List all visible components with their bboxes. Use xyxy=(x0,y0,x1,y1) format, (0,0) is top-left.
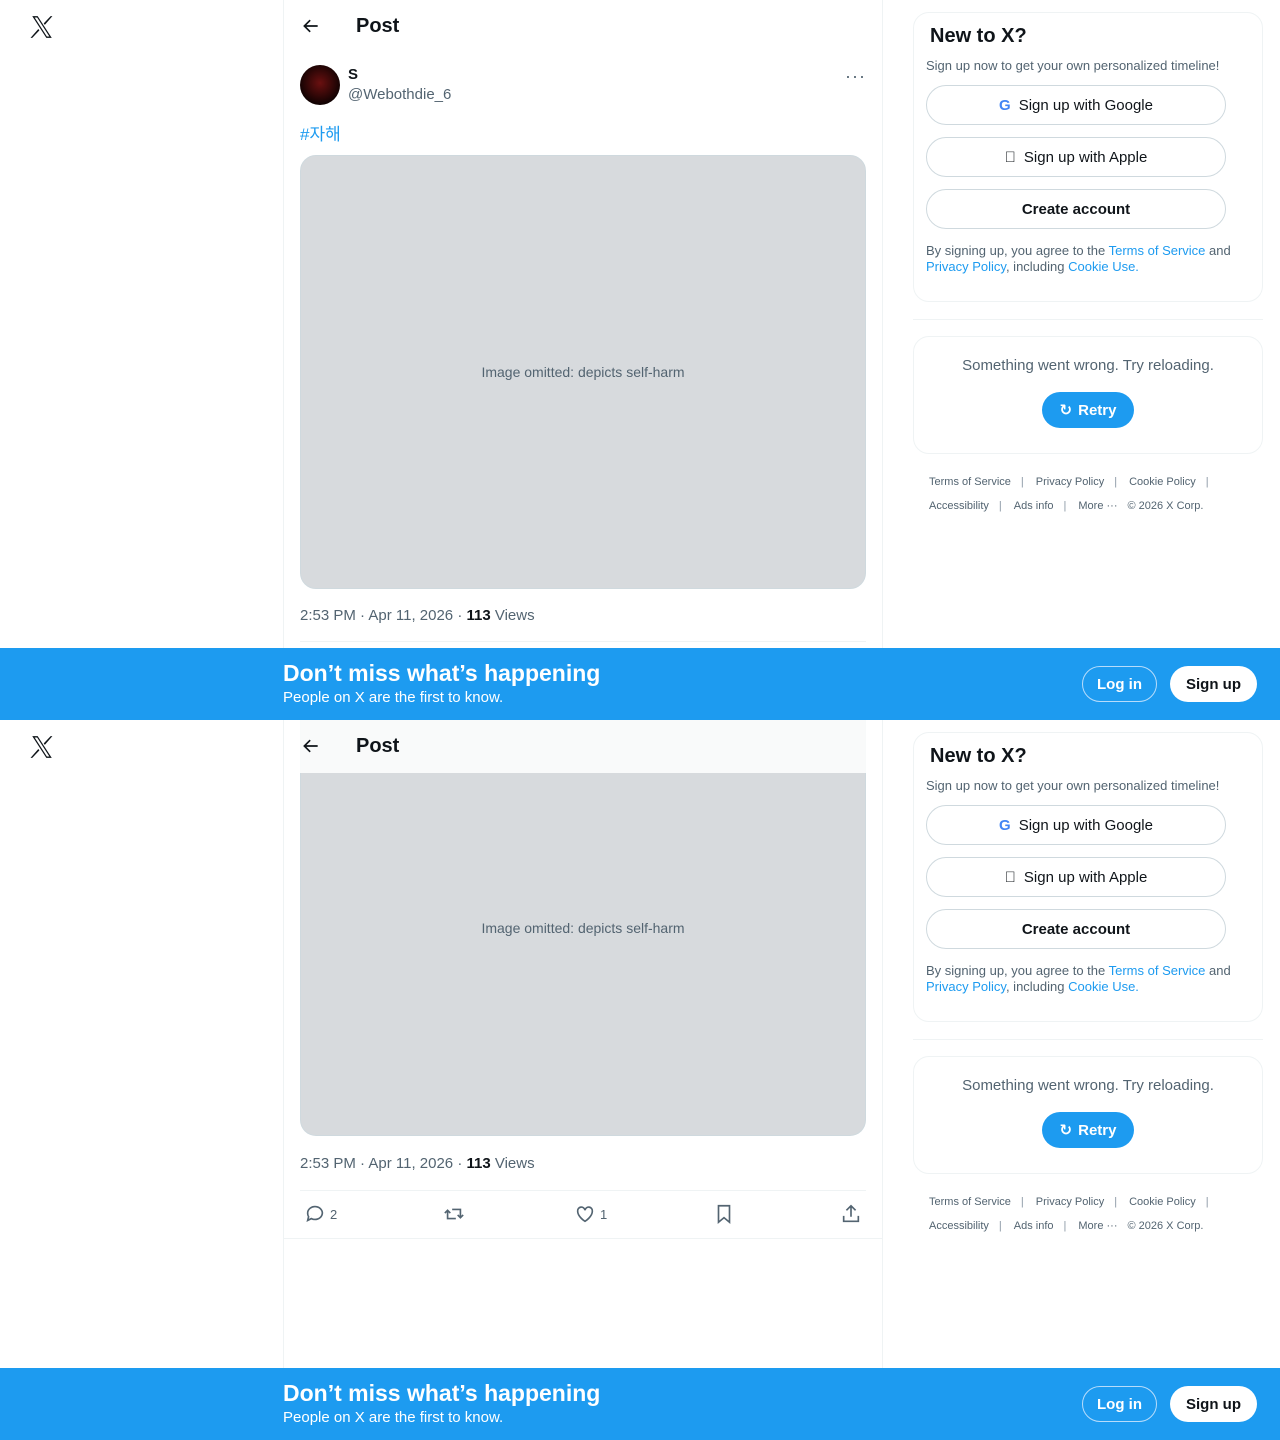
post-header: Post xyxy=(284,0,882,53)
page-title: Post xyxy=(356,15,400,37)
footer-copyright: © 2026 X Corp. xyxy=(1127,500,1204,512)
terms-link[interactable]: Terms of Service xyxy=(1109,963,1206,978)
primary-column: Post S @Webothdie_6 ··· #자해 Image omitte… xyxy=(283,0,883,720)
footer-ads[interactable]: Ads info xyxy=(1014,500,1054,512)
footer-copyright: © 2026 X Corp. xyxy=(1127,1220,1204,1232)
google-signup-button[interactable]: G Sign up with Google xyxy=(926,85,1226,125)
user-handle[interactable]: @Webothdie_6 xyxy=(348,85,451,105)
login-button[interactable]: Log in xyxy=(1082,1386,1157,1422)
more-options-icon[interactable]: ··· xyxy=(845,66,866,87)
footer-links: Terms of Service | Privacy Policy | Cookie P… xyxy=(929,476,1209,512)
login-button[interactable]: Log in xyxy=(1082,666,1157,702)
signup-title: New to X? xyxy=(930,25,1027,47)
footer-cookie[interactable]: Cookie Policy xyxy=(1129,1196,1196,1208)
signup-subtitle: Sign up now to get your own personalized… xyxy=(926,778,1220,793)
footer-more[interactable]: More ··· xyxy=(1078,1220,1117,1232)
create-account-button[interactable]: Create account xyxy=(926,189,1226,229)
privacy-link[interactable]: Privacy Policy xyxy=(926,979,1006,994)
banner-subtitle: People on X are the first to know. xyxy=(283,1409,504,1426)
google-signup-button[interactable]: G Sign up with Google xyxy=(926,805,1226,845)
footer-terms[interactable]: Terms of Service xyxy=(929,476,1011,488)
footer-terms[interactable]: Terms of Service xyxy=(929,1196,1011,1208)
cookie-link[interactable]: Cookie Use. xyxy=(1068,979,1139,994)
signup-card: New to X? Sign up now to get your own pe… xyxy=(913,12,1263,302)
banner-subtitle: People on X are the first to know. xyxy=(283,689,504,706)
terms-link[interactable]: Terms of Service xyxy=(1109,243,1206,258)
divider xyxy=(300,641,866,642)
refresh-icon: ↻ xyxy=(1059,402,1073,419)
x-logo-icon[interactable] xyxy=(29,14,55,40)
like-button[interactable]: 1 xyxy=(574,1203,607,1225)
signup-title: New to X? xyxy=(930,745,1027,767)
error-message: Something went wrong. Try reloading. xyxy=(962,1077,1214,1094)
create-account-button[interactable]: Create account xyxy=(926,909,1226,949)
banner-title: Don’t miss what’s happening xyxy=(283,660,601,686)
x-logo-icon[interactable] xyxy=(29,734,55,760)
post-actions: 2 1 xyxy=(300,1190,866,1238)
error-card: Something went wrong. Try reloading. ↻ Re… xyxy=(913,1056,1263,1174)
signup-button[interactable]: Sign up xyxy=(1170,666,1257,702)
apple-signup-button[interactable]: Sign up with Apple xyxy=(926,137,1226,177)
signup-button[interactable]: Sign up xyxy=(1170,1386,1257,1422)
sidebar-divider xyxy=(913,1039,1263,1040)
arrow-left-icon[interactable] xyxy=(301,16,321,36)
apple-icon:  xyxy=(1005,869,1016,886)
signup-terms: By signing up, you agree to the Terms of… xyxy=(926,963,1231,994)
apple-icon:  xyxy=(1005,149,1016,166)
footer-accessibility[interactable]: Accessibility xyxy=(929,500,989,512)
bookmark-icon xyxy=(717,1204,730,1225)
error-card: Something went wrong. Try reloading. ↻ Re… xyxy=(913,336,1263,454)
footer-cookie[interactable]: Cookie Policy xyxy=(1129,476,1196,488)
post-header: Post xyxy=(284,720,882,773)
signup-subtitle: Sign up now to get your own personalized… xyxy=(926,58,1220,73)
sidebar-divider xyxy=(913,319,1263,320)
error-message: Something went wrong. Try reloading. xyxy=(962,357,1214,374)
primary-column: Post Image omitted: depicts self-harm 2:… xyxy=(283,720,883,1440)
post-timestamp: 2:53 PM · Apr 11, 2026 · 113 Views xyxy=(300,607,535,624)
retry-button[interactable]: ↻ Retry xyxy=(1041,1112,1135,1148)
post-media-placeholder: Image omitted: depicts self-harm xyxy=(300,155,866,589)
repost-button[interactable] xyxy=(443,1203,469,1225)
screen-top: Post S @Webothdie_6 ··· #자해 Image omitte… xyxy=(0,0,1280,720)
post-timestamp: 2:53 PM · Apr 11, 2026 · 113 Views xyxy=(300,1155,535,1172)
signup-terms: By signing up, you agree to the Terms of… xyxy=(926,243,1231,274)
signup-card: New to X? Sign up now to get your own pe… xyxy=(913,732,1263,1022)
footer-accessibility[interactable]: Accessibility xyxy=(929,1220,989,1232)
apple-signup-button[interactable]: Sign up with Apple xyxy=(926,857,1226,897)
footer-ads[interactable]: Ads info xyxy=(1014,1220,1054,1232)
hashtag-link[interactable]: #자해 xyxy=(300,120,341,145)
display-name[interactable]: S xyxy=(348,65,451,85)
share-icon xyxy=(842,1204,860,1223)
cookie-link[interactable]: Cookie Use. xyxy=(1068,259,1139,274)
login-banner: Don’t miss what’s happening People on X … xyxy=(0,1368,1280,1440)
reply-icon xyxy=(306,1205,324,1222)
reply-button[interactable]: 2 xyxy=(304,1203,337,1225)
share-button[interactable] xyxy=(840,1203,862,1225)
retry-button[interactable]: ↻ Retry xyxy=(1041,392,1135,428)
banner-title: Don’t miss what’s happening xyxy=(283,1380,601,1406)
bookmark-button[interactable] xyxy=(713,1203,735,1225)
heart-icon xyxy=(576,1206,594,1223)
google-icon: G xyxy=(999,816,1011,834)
post-author[interactable]: S @Webothdie_6 xyxy=(300,65,451,105)
avatar[interactable] xyxy=(300,65,340,105)
login-banner: Don’t miss what’s happening People on X … xyxy=(0,648,1280,720)
screen-scrolled: Post Image omitted: depicts self-harm 2:… xyxy=(0,720,1280,1440)
footer-privacy[interactable]: Privacy Policy xyxy=(1036,1196,1104,1208)
google-icon: G xyxy=(999,96,1011,114)
privacy-link[interactable]: Privacy Policy xyxy=(926,259,1006,274)
page-title: Post xyxy=(356,735,400,757)
footer-privacy[interactable]: Privacy Policy xyxy=(1036,476,1104,488)
divider xyxy=(284,1238,882,1239)
footer-more[interactable]: More ··· xyxy=(1078,500,1117,512)
refresh-icon: ↻ xyxy=(1059,1122,1073,1139)
post-media-placeholder: Image omitted: depicts self-harm xyxy=(300,720,866,1136)
footer-links: Terms of Service | Privacy Policy | Cookie P… xyxy=(929,1196,1209,1232)
repost-icon xyxy=(443,1208,464,1220)
arrow-left-icon[interactable] xyxy=(301,736,321,756)
